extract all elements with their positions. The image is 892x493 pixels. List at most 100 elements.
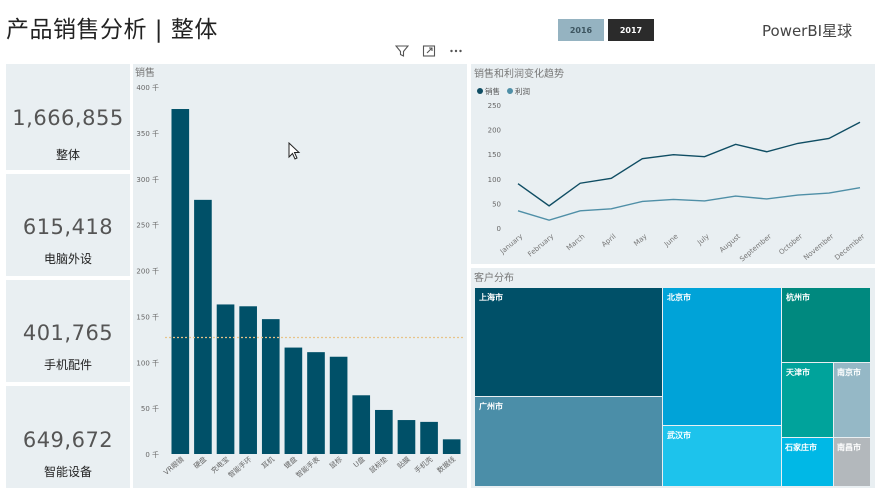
x-tick-label: April [600,232,617,248]
y-tick-label: 250 千 [136,221,159,230]
x-tick-label: August [718,232,742,254]
y-tick-label: 300 千 [136,175,159,184]
x-tick-label: November [802,232,835,262]
y-tick-label: 350 千 [136,129,159,138]
legend-label: 销售 [485,86,500,96]
year-button-2017[interactable]: 2017 [608,19,654,41]
kpi-label: 整体 [55,148,80,162]
bar [442,439,461,454]
bar [375,409,393,454]
kpi-label: 智能设备 [43,465,92,479]
y-tick-label: 100 [488,176,501,184]
treemap-tile-beijing[interactable]: 北京市 [663,288,781,425]
x-tick-label: U盘 [351,455,366,470]
x-tick-label: 鼠标 [327,455,344,471]
bar-chart-panel[interactable]: 销售 0 千 50 千 100 千 150 千 200 千 250 千 300 千 350 千… [133,64,467,488]
legend-marker [477,88,483,94]
kpi-value: 1,666,855 [12,106,124,130]
treemap-label: 北京市 [667,293,691,302]
kpi-value: 401,765 [22,321,114,345]
bar [171,109,190,454]
bar [352,395,371,454]
x-tick-label: January [498,232,524,256]
x-tick-label: September [738,232,773,263]
x-tick-label: June [662,232,680,249]
y-tick-label: 100 千 [136,358,159,367]
bar-chart: 0 千 50 千 100 千 150 千 200 千 250 千 300 千 350 千 400… [136,83,463,480]
bar [261,319,280,454]
treemap-tile-hangzhou[interactable]: 杭州市 [782,288,870,362]
treemap-label: 武汉市 [667,431,691,440]
line-chart-panel[interactable]: 销售和利润变化趋势 销售 利润 0 50 100 150 200 250 January Febr… [471,64,875,264]
treemap-label: 天津市 [786,368,810,377]
bar [329,356,348,454]
kpi-card-phone-accessories[interactable]: 401,765 手机配件 [6,280,130,382]
treemap-tile-wuhan[interactable]: 武汉市 [663,426,781,486]
line-chart: 销售 利润 0 50 100 150 200 250 January February March A… [477,86,866,263]
year-button-2016[interactable]: 2016 [558,19,604,41]
filter-icon[interactable] [388,41,415,61]
bar [216,304,235,454]
x-tick-label: 贴膜 [395,455,412,471]
y-tick-label: 50 [492,200,501,208]
brand-label: PowerBI星球 [762,22,853,40]
treemap-tile-shanghai[interactable]: 上海市 [475,288,662,396]
treemap-label: 石家庄市 [785,443,817,452]
x-tick-label: 智能手环 [226,455,253,480]
bar [194,199,212,454]
x-tick-label: 鼠标垫 [367,455,389,475]
bar [284,347,303,454]
kpi-card-total[interactable]: 1,666,855 整体 [6,64,130,170]
x-tick-label: October [778,232,805,256]
kpi-label: 电脑外设 [43,252,92,266]
treemap-tile-nanchang[interactable]: 南昌市 [834,438,870,486]
treemap-tile-nanjing[interactable]: 南京市 [834,363,870,437]
bar [420,421,438,454]
y-tick-label: 50 千 [141,404,159,413]
x-tick-label: 手机壳 [412,455,434,475]
focus-mode-icon[interactable] [415,41,442,61]
x-tick-label: July [695,232,711,247]
kpi-card-pc-peripherals[interactable]: 615,418 电脑外设 [6,174,130,276]
y-tick-label: 150 [488,151,501,159]
series-line [517,186,861,221]
legend-label: 利润 [515,86,530,96]
bar [307,352,325,454]
x-tick-label: 智能手表 [294,455,321,480]
page-title: 产品销售分析 | 整体 [6,17,218,43]
x-tick-label: May [632,232,648,247]
x-tick-label: 耳机 [260,455,277,471]
y-tick-label: 250 [488,102,501,110]
y-tick-label: 0 千 [145,450,159,459]
y-tick-label: 150 千 [136,312,159,321]
legend-marker [507,88,513,94]
treemap-label: 南京市 [837,368,861,377]
treemap-label: 杭州市 [786,293,810,302]
kpi-label: 手机配件 [43,358,92,372]
treemap-panel[interactable]: 客户分布 上海市 广州市 北京市 武汉市 杭州市 天津市 南京市 石家庄市 南昌… [471,268,875,488]
y-tick-label: 400 千 [136,83,159,92]
treemap-title: 客户分布 [474,273,514,284]
y-tick-label: 200 [488,127,501,135]
kpi-card-smart-devices[interactable]: 649,672 智能设备 [6,386,130,488]
series-line [517,121,861,207]
y-tick-label: 0 [497,225,501,233]
treemap-label: 上海市 [479,293,503,302]
treemap-tile-guangzhou[interactable]: 广州市 [475,397,662,486]
bar [239,306,257,454]
kpi-value: 615,418 [22,215,114,239]
kpi-value: 649,672 [22,428,114,452]
visual-toolbar [388,41,469,61]
x-tick-label: 数据线 [435,455,457,475]
x-tick-label: 硬盘 [192,455,209,471]
y-tick-label: 200 千 [136,267,159,276]
x-tick-label: March [565,232,586,252]
treemap-tile-tianjin[interactable]: 天津市 [782,363,833,437]
treemap-label: 广州市 [479,402,503,411]
more-options-icon[interactable] [442,41,469,61]
x-tick-label: 键盘 [282,455,299,471]
mouse-cursor-icon [288,142,301,160]
x-tick-label: VR眼镜 [162,455,186,477]
treemap-tile-shijiazhuang[interactable]: 石家庄市 [782,438,833,486]
treemap-label: 南昌市 [837,443,861,452]
